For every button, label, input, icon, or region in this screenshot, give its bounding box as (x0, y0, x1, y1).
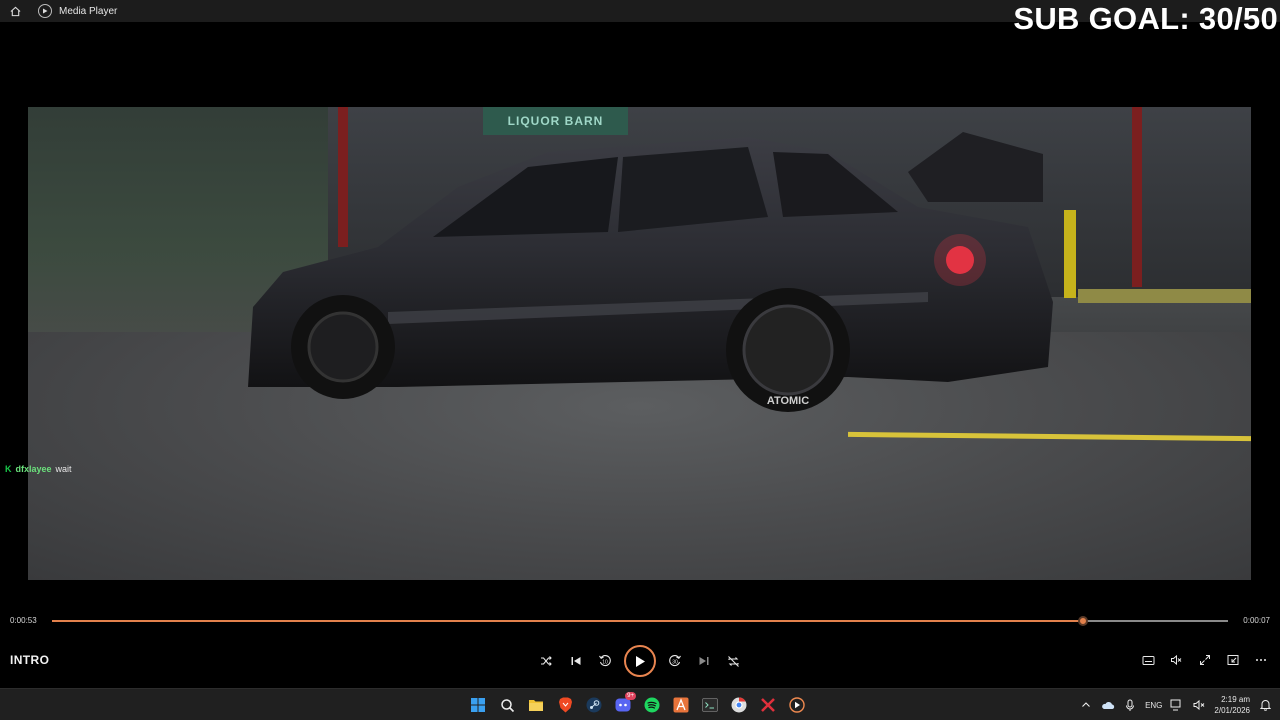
file-explorer-icon[interactable] (526, 695, 546, 715)
fullscreen-icon[interactable] (1194, 649, 1216, 671)
transport-controls: 10 30 (535, 644, 745, 678)
seek-bar: 0:00:53 0:00:07 (0, 611, 1280, 633)
clock-date: 2/01/2026 (1214, 706, 1250, 715)
mini-player-icon[interactable] (1222, 649, 1244, 671)
video-store-sign: LIQUOR BARN (483, 107, 628, 135)
video-curb (1078, 289, 1251, 303)
next-icon[interactable] (693, 650, 715, 672)
tire-brand-text: ATOMIC (767, 395, 809, 407)
windows-start-icon[interactable] (468, 695, 488, 715)
play-button[interactable] (623, 645, 656, 677)
network-icon[interactable] (1170, 698, 1184, 712)
chat-message: K dfxlayee wait (5, 464, 72, 474)
onedrive-icon[interactable] (1101, 698, 1115, 712)
chrome-icon[interactable] (729, 695, 749, 715)
svg-text:30: 30 (672, 660, 678, 666)
search-icon[interactable] (497, 695, 517, 715)
media-title: INTRO (10, 653, 50, 667)
chat-username: dfxlayee (15, 464, 52, 474)
playback-controls: INTRO 10 30 (0, 640, 1280, 682)
taskbar-apps: 9+ (468, 692, 807, 716)
steam-icon[interactable] (584, 695, 604, 715)
notification-bell-icon[interactable] (1258, 698, 1272, 712)
previous-icon[interactable] (565, 650, 587, 672)
system-tray: ENG 2:19 am 2/01/2026 (1079, 693, 1272, 717)
taskbar-clock[interactable]: 2:19 am 2/01/2026 (1214, 694, 1250, 716)
chevron-up-icon[interactable] (1079, 698, 1093, 712)
secondary-controls (1137, 649, 1272, 671)
video-frame[interactable]: LIQUOR BARN ATOMIC (28, 107, 1251, 580)
app-x-icon[interactable] (758, 695, 778, 715)
media-player-window: Media Player SUB GOAL: 30/50 LIQUOR BARN (0, 0, 1280, 720)
play-icon (635, 655, 645, 667)
video-bollard (1064, 210, 1076, 298)
seek-track[interactable] (52, 616, 1228, 626)
seek-thumb[interactable] (1078, 616, 1089, 626)
media-player-app-icon (38, 4, 52, 18)
media-player-icon[interactable] (787, 695, 807, 715)
clock-time: 2:19 am (1221, 695, 1250, 704)
home-icon[interactable] (4, 0, 26, 22)
chat-text: wait (55, 464, 72, 474)
taskbar: 9+ ENG 2:19 am 2/01/2026 (0, 688, 1280, 720)
shuffle-icon[interactable] (535, 650, 557, 672)
microphone-icon[interactable] (1123, 698, 1137, 712)
rewind-10-icon[interactable]: 10 (594, 650, 616, 672)
terminal-icon[interactable] (700, 695, 720, 715)
seek-progress (52, 620, 1084, 622)
chat-badge-icon: K (5, 464, 12, 474)
volume-muted-icon[interactable] (1165, 649, 1187, 671)
captions-icon[interactable] (1137, 649, 1159, 671)
video-pole (1132, 107, 1142, 287)
language-indicator[interactable]: ENG (1145, 701, 1162, 710)
svg-text:10: 10 (603, 660, 609, 666)
elapsed-time: 0:00:53 (10, 616, 37, 625)
forward-30-icon[interactable]: 30 (664, 650, 686, 672)
brave-icon[interactable] (555, 695, 575, 715)
discord-icon[interactable]: 9+ (613, 692, 636, 715)
remaining-time: 0:00:07 (1243, 616, 1270, 625)
repeat-off-icon[interactable] (723, 650, 745, 672)
window-title: Media Player (59, 5, 118, 17)
spotify-icon[interactable] (642, 695, 662, 715)
more-icon[interactable] (1250, 649, 1272, 671)
discord-notification-badge: 9+ (625, 692, 636, 700)
volume-muted-tray-icon[interactable] (1192, 698, 1206, 712)
sub-goal-overlay: SUB GOAL: 30/50 (1013, 1, 1278, 36)
video-car: ATOMIC (228, 132, 1058, 417)
app-icon[interactable] (671, 695, 691, 715)
